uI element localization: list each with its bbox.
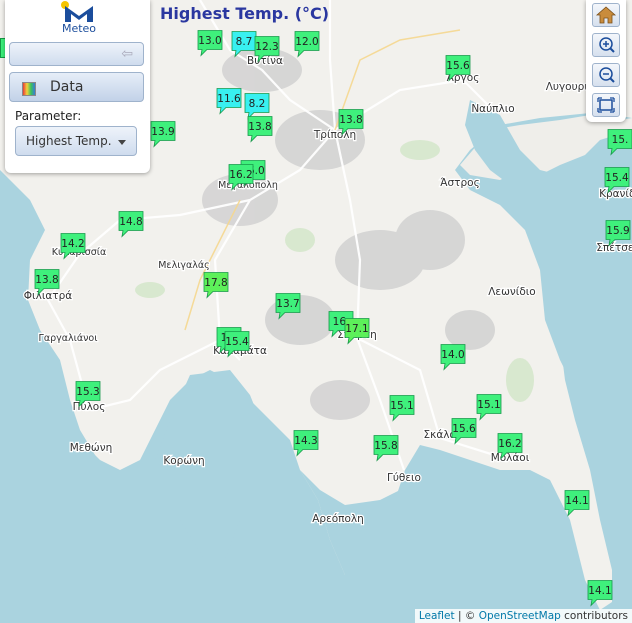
station-value: 15.3 [76, 386, 99, 398]
leaflet-link[interactable]: Leaflet [419, 610, 455, 622]
station-value: 12.3 [255, 41, 278, 53]
place-label: Πύλος [73, 401, 106, 413]
station-value: 16.2 [229, 169, 252, 181]
station-value: 15.8 [374, 440, 397, 452]
fullscreen-button[interactable] [592, 93, 620, 117]
station-value: 15.1 [477, 399, 500, 411]
logo-icon [61, 1, 93, 22]
place-label: Κορώνη [163, 455, 204, 467]
station-value: 14.8 [119, 216, 142, 228]
meteo-logo: Meteo [57, 0, 101, 35]
station-value: 14.1 [588, 585, 611, 597]
place-label: Λεωνίδιο [488, 286, 535, 298]
station-value: 14.3 [294, 435, 317, 447]
zoom-in-icon [599, 37, 615, 53]
place-label: Σπέτσες [596, 242, 632, 254]
map-title: Highest Temp. (°C) [160, 4, 330, 23]
color-scale-icon [22, 82, 36, 96]
osm-link[interactable]: OpenStreetMap [479, 610, 561, 622]
logo-text: Meteo [61, 22, 97, 35]
place-label: Αρεόπολη [312, 513, 364, 525]
chevron-down-icon [118, 140, 126, 145]
place-label: Ναύπλιο [471, 103, 514, 115]
map-attribution: Leaflet | © OpenStreetMap contributors [414, 609, 632, 623]
parameter-label: Parameter: [15, 109, 82, 123]
parameter-select-value: Highest Temp. [26, 134, 112, 148]
home-icon [595, 6, 617, 24]
place-label: Άστρος [440, 177, 480, 189]
station-value: 15. [612, 134, 629, 146]
station-value: 14.1 [565, 495, 588, 507]
station-value: 17.1 [345, 323, 368, 335]
place-label: Τρίπολη [313, 129, 356, 141]
station-value: 13.8 [339, 114, 362, 126]
place-label: Μολάοι [491, 452, 530, 464]
station-value: 15.1 [390, 400, 413, 412]
station-value: 17.8 [204, 277, 227, 289]
home-button[interactable] [592, 3, 620, 27]
zoom-in-button[interactable] [592, 33, 620, 57]
station-value: 13.0 [198, 35, 221, 47]
data-button[interactable]: Data [9, 72, 144, 102]
station-value: 15.4 [605, 172, 629, 184]
arrow-left-icon: ⇦ [121, 46, 133, 62]
place-label: Κρανίδι [599, 188, 632, 200]
control-panel: Meteo ⇦ Data Parameter: Highest Temp. [5, 0, 150, 173]
station-value: 13.8 [248, 121, 271, 133]
map-toolbar [586, 0, 626, 122]
attribution-separator: | © [454, 610, 479, 622]
station-value: 13.9 [151, 126, 174, 138]
place-label: Φιλιατρά [24, 290, 72, 302]
station-value: 13.8 [35, 274, 58, 286]
station-value: 8.2 [249, 98, 266, 110]
station-value: 11.6 [217, 93, 241, 105]
fullscreen-icon [597, 97, 615, 113]
station-value: 15.6 [452, 423, 476, 435]
station-value: 12.0 [295, 36, 318, 48]
collapse-panel-button[interactable]: ⇦ [9, 42, 144, 66]
place-label: Βυτίνα [247, 55, 283, 67]
station-value: 14.0 [441, 349, 464, 361]
place-label: Μεθώνη [70, 442, 112, 454]
station-value: 15.6 [446, 60, 470, 72]
data-button-label: Data [50, 79, 84, 95]
station-value: 15.4 [225, 336, 249, 348]
place-label: Μελιγαλάς [158, 260, 210, 271]
station-value: 14.2 [61, 238, 84, 250]
place-label: Γαργαλιάνοι [39, 333, 98, 344]
station-value: 15.9 [606, 225, 629, 237]
zoom-out-button[interactable] [592, 63, 620, 87]
station-value: 8.7 [236, 36, 253, 48]
place-label: Γύθειο [387, 472, 421, 484]
station-value: 16.2 [498, 438, 521, 450]
zoom-out-icon [599, 67, 615, 83]
attribution-contributors: contributors [560, 610, 628, 622]
station-value: 13.7 [276, 298, 299, 310]
parameter-select[interactable]: Highest Temp. [15, 126, 137, 156]
